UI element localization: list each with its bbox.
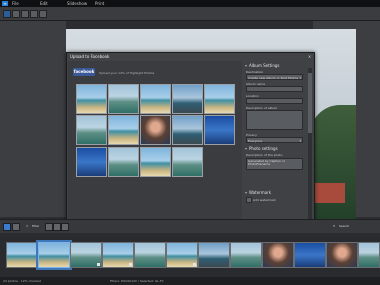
dialog-subtitle: Upload your 12% of Highlight Photos [99,71,155,75]
film-thumbnail[interactable] [166,242,198,268]
album-name-field[interactable] [246,86,303,92]
photo-thumbnail[interactable] [140,147,171,177]
tool-button-3[interactable] [30,10,38,18]
filter-button-1[interactable] [45,223,53,231]
main-toolbar [0,7,380,21]
filter-button-2[interactable] [53,223,61,231]
menu-edit[interactable]: Edit [40,1,48,6]
film-thumbnail[interactable] [262,242,294,268]
photo-thumbnail[interactable] [108,84,139,114]
settings-scrollbar[interactable] [308,68,312,220]
film-thumbnail[interactable] [326,242,358,268]
photo-thumbnail[interactable] [108,147,139,177]
watermark-checkbox[interactable] [246,197,252,203]
menu-bar: ≡ File Edit Slideshow Print [0,0,380,7]
watermark-checkbox-label: Add watermark [253,198,276,202]
photo-thumbnail[interactable] [108,115,139,145]
search-icon[interactable]: ⌕ [333,223,335,228]
film-thumbnail[interactable] [294,242,326,268]
photo-thumbnail[interactable] [172,115,203,145]
photo-thumbnail[interactable] [76,84,107,114]
upload-dialog: Upload to Facebook × facebook Upload you… [66,52,315,232]
status-count: 24 photos · 12% checked [3,279,41,283]
facebook-logo: facebook [73,68,95,76]
photo-settings-header[interactable]: ▾ Photo settings [245,146,278,151]
tool-button-2[interactable] [21,10,29,18]
album-description-field[interactable] [246,110,303,130]
photo-thumbnail[interactable] [172,84,203,114]
watermark-header[interactable]: ▾ Watermark [245,190,271,195]
filmstrip [0,233,380,277]
filmstrip-toolbar: ▽ Filter ⌕ Search [0,219,380,233]
privacy-select[interactable]: Everyone [246,137,303,144]
photo-thumbnail[interactable] [76,147,107,177]
app-logo-icon[interactable]: ≡ [2,1,8,6]
collapse-triangle-icon: ▾ [245,146,248,151]
photo-thumbnail[interactable] [204,115,235,145]
album-settings-header[interactable]: ▾ Album Settings [245,63,280,68]
list-view-button[interactable] [12,223,20,231]
photo-description-field[interactable]: Generated by Caption or PhotoFilename [246,158,303,170]
film-thumbnail[interactable] [198,242,230,268]
scrollbar-thumb[interactable] [308,73,312,133]
grid-view-button[interactable] [3,223,11,231]
tool-button-1[interactable] [12,10,20,18]
filter-button-3[interactable] [61,223,69,231]
filter-icon[interactable]: ▽ [26,224,28,228]
background-photo-house [315,183,345,203]
photo-thumbnail[interactable] [76,115,107,145]
destination-select[interactable]: Create new Album or Post Photos [246,74,303,81]
left-panel [0,21,66,217]
film-thumbnail[interactable] [102,242,134,268]
settings-pane: ▾ Album Settings Destination Create new A… [243,61,308,229]
photo-thumbnail[interactable] [140,115,171,145]
film-thumbnail-selected[interactable] [38,242,70,268]
location-field[interactable] [246,98,303,104]
close-icon[interactable]: × [307,54,312,59]
collapse-triangle-icon: ▾ [245,63,248,68]
collapse-triangle-icon: ▾ [245,190,248,195]
view-mode-button[interactable] [3,10,11,18]
photo-description-label: Description of the photo [246,153,283,157]
photo-thumbnail[interactable] [204,84,235,114]
menu-print[interactable]: Print [95,1,104,6]
photo-thumbnail[interactable] [172,147,203,177]
dialog-title: Upload to Facebook [70,54,110,59]
film-thumbnail[interactable] [6,242,38,268]
menu-file[interactable]: File [12,1,19,6]
film-thumbnail[interactable] [230,242,262,268]
tool-button-4[interactable] [39,10,47,18]
menu-slideshow[interactable]: Slideshow [67,1,87,6]
film-thumbnail[interactable] [70,242,102,268]
filter-label: Filter [32,224,40,228]
search-label: Search [339,224,350,228]
status-filter: Filters: DSC0012X / Selected: GL-FC [110,279,164,283]
film-thumbnail[interactable] [358,242,380,268]
photo-thumbnail[interactable] [140,84,171,114]
film-thumbnail[interactable] [134,242,166,268]
status-bar: 24 photos · 12% checked Filters: DSC0012… [0,277,380,285]
